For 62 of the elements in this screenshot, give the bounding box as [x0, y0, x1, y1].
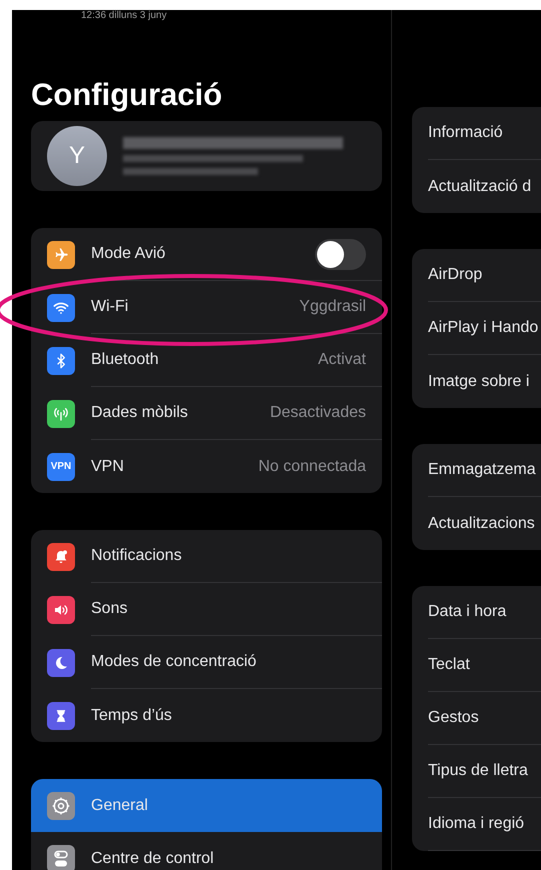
detail-item[interactable]: Informació: [412, 107, 541, 160]
detail-item[interactable]: Tipus de lletra: [412, 745, 541, 798]
sidebar-item[interactable]: Dades mòbils Desactivades: [31, 387, 382, 440]
item-label: Actualitzacions: [428, 514, 535, 534]
sidebar-item[interactable]: Temps d’ús: [31, 689, 382, 742]
item-label: AirPlay i Hando: [428, 318, 538, 338]
sidebar-item[interactable]: VPN VPN No connectada: [31, 440, 382, 493]
item-label: Dades mòbils: [91, 403, 189, 423]
item-label: Temps d’ús: [91, 706, 173, 726]
icon-label: VPN: [50, 462, 72, 472]
detail-item[interactable]: AirDrop: [412, 249, 541, 302]
item-label: Teclat: [428, 655, 470, 675]
detail-item[interactable]: Data i hora: [412, 586, 541, 639]
item-label: Centre de control: [91, 848, 215, 868]
item-label: Tipus de lletra: [428, 761, 528, 781]
item-label: Notificacions: [91, 546, 183, 566]
avatar-initial: Y: [68, 141, 85, 171]
item-label: Imatge sobre i: [428, 372, 530, 392]
detail-item[interactable]: AirPlay i Hando: [412, 302, 541, 355]
item-label: Actualització d: [428, 176, 532, 196]
item-label: Wi-Fi: [91, 297, 130, 317]
sidebar-item[interactable]: Sons: [31, 583, 382, 636]
detail-item[interactable]: Actualització d: [412, 160, 541, 213]
item-label: General: [91, 796, 149, 816]
detail-item[interactable]: Imatge sobre i: [412, 355, 541, 408]
sidebar-item[interactable]: Centre de control: [31, 832, 382, 870]
switches-icon: [53, 850, 69, 868]
item-value: Activat: [318, 350, 366, 370]
sidebar-item[interactable]: Modes de concentració: [31, 636, 382, 689]
moon-icon: [53, 654, 69, 670]
item-label: Gestos: [428, 708, 479, 728]
item-value: Desactivades: [270, 403, 366, 423]
item-label: AirDrop: [428, 265, 482, 285]
sidebar-item[interactable]: Notificacions: [31, 530, 382, 583]
item-label: Informació: [428, 123, 503, 143]
detail-item[interactable]: Emmagatzema: [412, 444, 541, 497]
detail-item[interactable]: Teclat: [412, 639, 541, 692]
bell-icon: [53, 548, 69, 564]
sidebar-item[interactable]: General: [31, 779, 382, 832]
hourglass-icon: [54, 708, 68, 724]
item-label: Bluetooth: [91, 350, 160, 370]
toggle-switch[interactable]: [315, 238, 366, 270]
item-label: Idioma i regió: [428, 814, 524, 834]
item-label: Mode Avió: [91, 244, 166, 264]
page-title: Configuració: [31, 76, 224, 114]
item-label: Data i hora: [428, 602, 506, 622]
item-label: Modes de concentració: [91, 652, 258, 672]
item-label: Sons: [91, 599, 128, 619]
item-label: Emmagatzema: [428, 460, 536, 480]
item-value: Yggdrasil: [299, 297, 366, 317]
detail-item[interactable]: Actualitzacions: [412, 497, 541, 550]
sidebar-item[interactable]: Mode Avió: [31, 228, 382, 281]
sidebar-item[interactable]: Bluetooth Activat: [31, 334, 382, 387]
item-value: No connectada: [258, 456, 366, 476]
gear-icon: [51, 796, 71, 816]
antenna-icon: [52, 406, 70, 422]
detail-item[interactable]: Gestos: [412, 692, 541, 745]
status-text: 12:36 dilluns 3 juny: [81, 11, 168, 21]
item-label: VPN: [91, 456, 125, 476]
detail-item[interactable]: Idioma i regió: [412, 798, 541, 851]
wifi-icon: [53, 300, 69, 316]
airplane-icon: [53, 246, 69, 262]
